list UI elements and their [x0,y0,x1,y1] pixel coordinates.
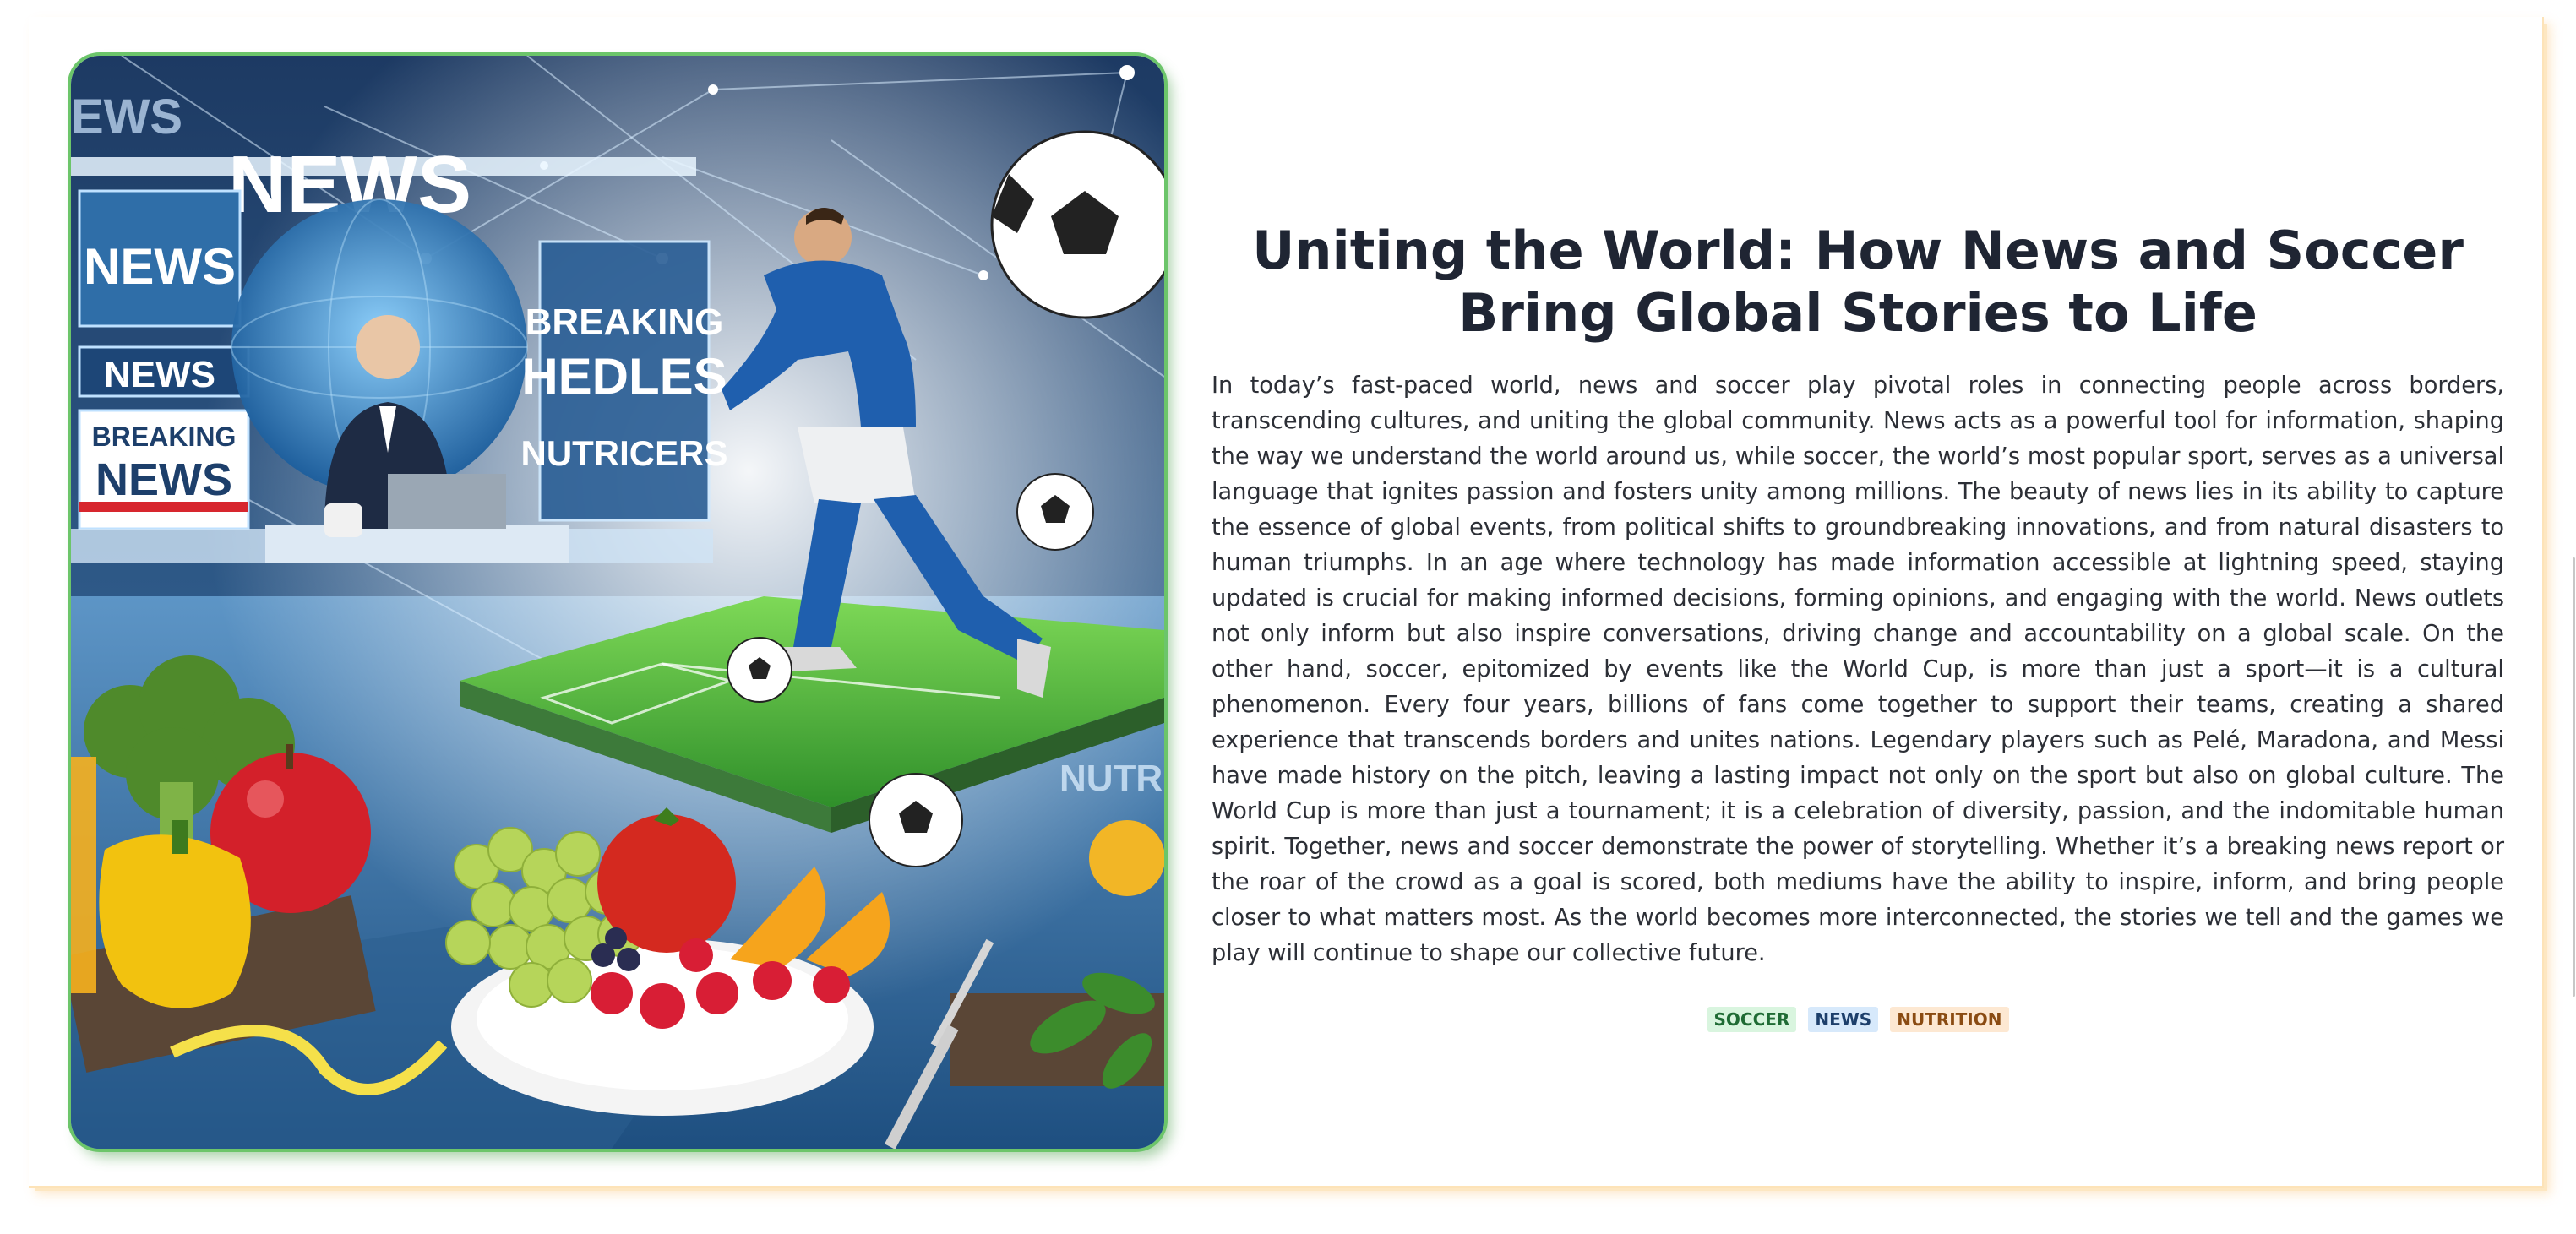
article-body: In today’s fast-paced world, news and so… [1212,372,2504,966]
article-title: Uniting the World: How News and Soccer B… [1252,220,2464,344]
hero-label: NEWS [95,454,232,505]
news-soccer-nutrition-collage-icon: NEWS EWS NEWS NEWS BREAKING NEWS BREAKIN… [71,56,1164,1149]
hero-label: NEWS [104,354,215,395]
tag-soccer[interactable]: SOCCER [1707,1007,1797,1032]
hero-label: NEWS [84,238,236,295]
article-content: Uniting the World: How News and Soccer B… [1212,220,2504,1032]
tag-news[interactable]: NEWS [1808,1007,1879,1032]
hero-label: HEDLES [521,348,727,405]
hero-label: BREAKING [526,302,724,343]
tag-nutrition[interactable]: NUTRITION [1890,1007,2009,1032]
hero-label: BREAKING [92,421,237,452]
hero-label: EWS [71,90,182,144]
hero-image: NEWS EWS NEWS NEWS BREAKING NEWS BREAKIN… [71,56,1164,1149]
hero-label: NUTRICERS [520,433,727,473]
hero-label: NUTRIT [1059,758,1164,799]
tag-list: SOCCER NEWS NUTRITION [1212,1007,2504,1032]
article-card: NEWS EWS NEWS NEWS BREAKING NEWS BREAKIN… [29,17,2544,1188]
scrollbar-thumb[interactable] [2573,557,2575,997]
page-scrollbar[interactable] [2571,0,2576,1234]
